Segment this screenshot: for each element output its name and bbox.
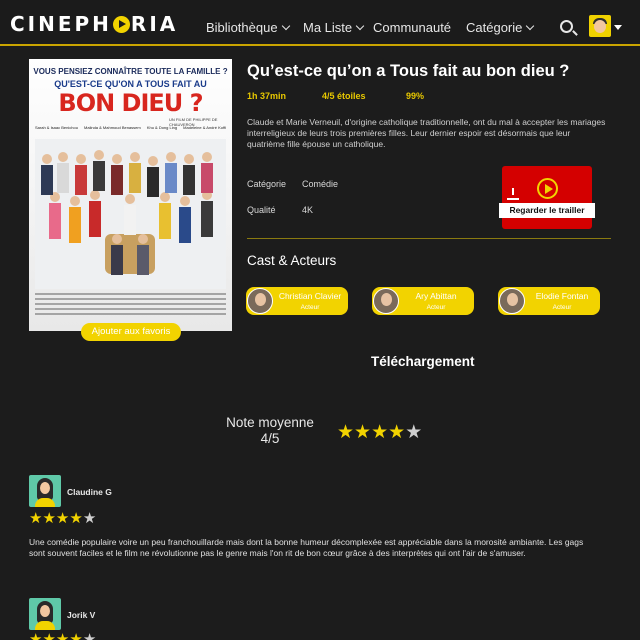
logo-text-part2: RIA xyxy=(130,12,179,36)
avatar-face xyxy=(40,482,50,494)
average-star-rating: ★★★★★ xyxy=(337,421,422,444)
search-icon[interactable] xyxy=(560,20,573,33)
actor-avatar xyxy=(247,288,273,314)
nav-communaute-label: Communauté xyxy=(373,20,452,35)
reviewer-avatar xyxy=(29,475,61,507)
review-star-rating: ★★★★★ xyxy=(29,630,96,640)
chevron-down-icon xyxy=(281,21,290,31)
actor-avatar xyxy=(373,288,399,314)
download-icon[interactable] xyxy=(507,188,519,200)
nav-communaute[interactable]: Communauté xyxy=(373,20,451,35)
movie-poster: VOUS PENSIEZ CONNAÎTRE TOUTE LA FAMILLE … xyxy=(29,59,232,331)
actor-role: Acteur xyxy=(426,304,446,311)
star-filled-icon: ★ xyxy=(354,422,372,443)
review-text: Une comédie populaire voire un peu franc… xyxy=(29,537,584,558)
nav-ma-liste-label: Ma Liste xyxy=(303,20,353,35)
reviewer-name: Jorik V xyxy=(67,610,96,620)
reviewer-name: Claudine G xyxy=(67,487,112,497)
poster-couples: Sarah & Isaac Benichou Malinda & Mahmoud… xyxy=(35,125,226,130)
quality-label: Qualité xyxy=(247,205,276,215)
cast-card[interactable]: Christian Clavier Acteur xyxy=(246,287,348,315)
star-empty-icon: ★ xyxy=(405,422,423,443)
actor-name: Christian Clavier xyxy=(278,291,342,301)
nav-bibliotheque[interactable]: Bibliothèque xyxy=(206,20,290,35)
star-filled-icon: ★ xyxy=(29,510,43,527)
movie-rating: 4/5 étoiles xyxy=(322,91,366,101)
star-filled-icon: ★ xyxy=(371,422,389,443)
average-rating-label: Note moyenne xyxy=(226,415,314,430)
movie-title: Qu’est-ce qu’on a Tous fait au bon dieu … xyxy=(247,62,570,80)
poster-couple: Khu & Dong Ling xyxy=(146,125,178,130)
actor-name: Elodie Fontan xyxy=(535,291,589,301)
actor-avatar xyxy=(499,288,525,314)
poster-couple: Madeleine & André Koffi xyxy=(183,125,226,130)
download-heading: Téléchargement xyxy=(371,354,475,369)
star-empty-icon: ★ xyxy=(82,631,97,640)
star-filled-icon: ★ xyxy=(42,631,56,640)
star-filled-icon: ★ xyxy=(69,510,83,527)
movie-synopsis: Claude et Marie Verneuil, d'origine cath… xyxy=(247,117,606,149)
average-rating: Note moyenne 4/5 xyxy=(210,415,330,447)
star-filled-icon: ★ xyxy=(69,631,83,640)
nav-categorie-label: Catégorie xyxy=(466,20,523,35)
top-navbar: CINEPH RIA Bibliothèque Ma Liste Communau… xyxy=(0,0,640,46)
actor-role: Acteur xyxy=(552,304,572,311)
actor-name: Ary Abittan xyxy=(415,291,457,301)
avatar-body xyxy=(35,621,55,630)
average-rating-value: 4/5 xyxy=(260,431,280,446)
cinephoria-logo[interactable]: CINEPH RIA xyxy=(10,12,178,36)
user-avatar-button[interactable] xyxy=(589,15,611,37)
poster-title-line1: QU'EST-CE QU'ON A TOUS FAIT AU xyxy=(54,79,207,89)
poster-cast-photo xyxy=(35,139,226,289)
category-value: Comédie xyxy=(302,179,339,189)
section-divider xyxy=(247,238,611,239)
cast-card[interactable]: Elodie Fontan Acteur xyxy=(498,287,600,315)
category-label: Catégorie xyxy=(247,179,287,189)
actor-role: Acteur xyxy=(300,304,320,311)
logo-text-part1: CINEPH xyxy=(10,12,112,36)
add-to-favorites-button[interactable]: Ajouter aux favoris xyxy=(81,323,181,341)
movie-score: 99% xyxy=(406,91,425,101)
watch-trailer-button[interactable]: Regarder le trailler xyxy=(499,166,595,229)
cast-heading: Cast & Acteurs xyxy=(247,253,337,268)
poster-couple: Sarah & Isaac Benichou xyxy=(35,125,78,130)
watch-trailer-label[interactable]: Regarder le trailler xyxy=(499,203,595,218)
nav-categorie[interactable]: Catégorie xyxy=(466,20,535,35)
nav-ma-liste[interactable]: Ma Liste xyxy=(303,20,365,35)
poster-tagline: VOUS PENSIEZ CONNAÎTRE TOUTE LA FAMILLE … xyxy=(33,67,228,76)
caret-down-icon[interactable] xyxy=(614,25,622,30)
poster-credits xyxy=(35,293,226,323)
review-star-rating: ★★★★★ xyxy=(29,509,96,527)
avatar-face xyxy=(40,605,50,617)
star-filled-icon: ★ xyxy=(388,422,406,443)
cast-card[interactable]: Ary Abittan Acteur xyxy=(372,287,474,315)
poster-couple: Malinda & Mahmoud Benassem xyxy=(84,125,141,130)
avatar-face xyxy=(594,20,606,33)
quality-value: 4K xyxy=(302,205,314,215)
play-icon[interactable] xyxy=(537,178,558,199)
chevron-down-icon xyxy=(526,21,535,31)
poster-title-line2: BON DIEU ? xyxy=(58,89,203,117)
star-filled-icon: ★ xyxy=(55,510,70,527)
star-filled-icon: ★ xyxy=(337,422,355,443)
star-filled-icon: ★ xyxy=(29,631,43,640)
star-filled-icon: ★ xyxy=(55,631,70,640)
star-filled-icon: ★ xyxy=(42,510,56,527)
star-empty-icon: ★ xyxy=(82,510,97,527)
avatar-body xyxy=(35,498,55,507)
play-logo-icon xyxy=(112,15,130,33)
movie-duration: 1h 37min xyxy=(247,91,287,101)
nav-bibliotheque-label: Bibliothèque xyxy=(206,20,278,35)
reviewer-avatar xyxy=(29,598,61,630)
chevron-down-icon xyxy=(355,21,365,31)
